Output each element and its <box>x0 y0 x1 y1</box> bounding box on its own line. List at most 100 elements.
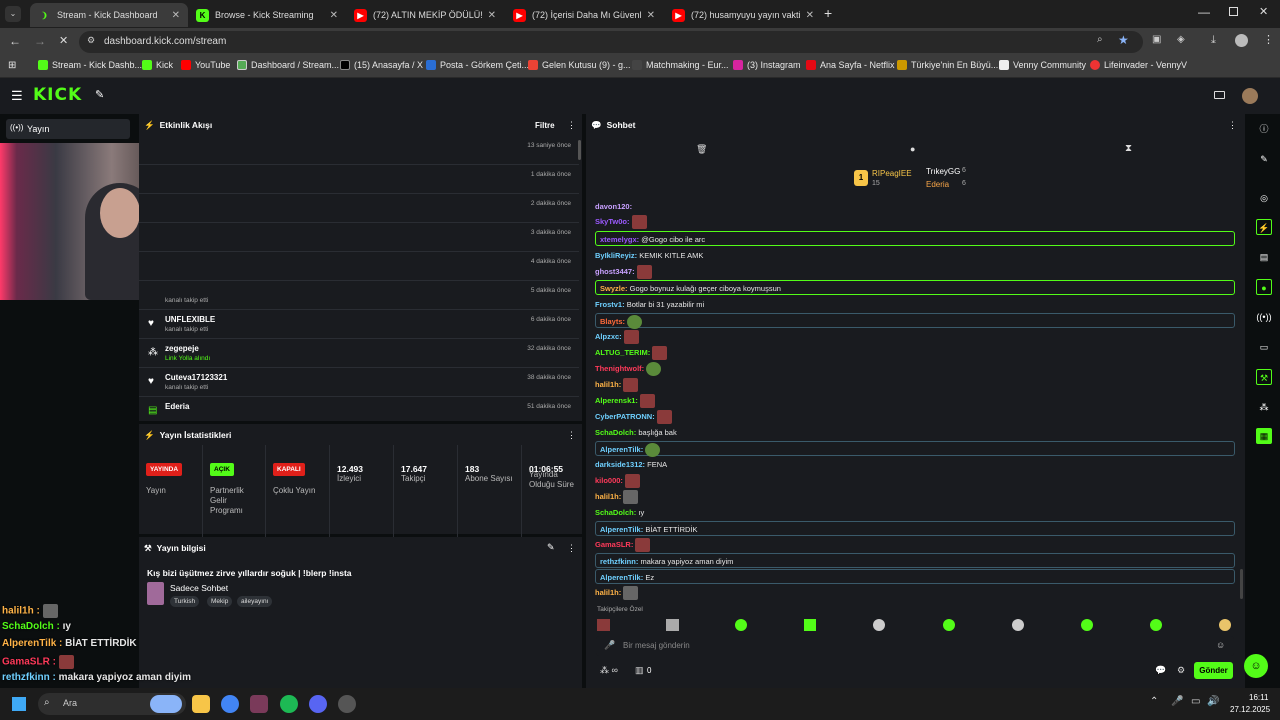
tab-youtube-1[interactable]: ▶(72) ALTIN MEKİP ÖDÜLÜ! - Yo✕ <box>346 3 504 27</box>
apps-grid-icon[interactable]: ⊞ <box>8 60 16 71</box>
hourglass-icon[interactable]: ⧗ <box>1125 143 1132 154</box>
pin-icon[interactable]: ✎ <box>95 88 104 101</box>
tab-youtube-3[interactable]: ▶(72) husamyuyu yayın vakti 13✕ <box>664 3 822 27</box>
tab-kick-browse[interactable]: K Browse - Kick Streaming ✕ <box>188 3 346 27</box>
kick-logo[interactable]: KICK <box>33 85 82 105</box>
bookmark-netflix[interactable]: Ana Sayfa - Netflix <box>806 60 895 70</box>
close-tab-icon[interactable]: ✕ <box>647 10 655 21</box>
mic-icon[interactable]: 🎤 <box>604 640 615 651</box>
extension-icon[interactable]: ▣ <box>1152 34 1161 45</box>
trash-icon[interactable]: 🗑 <box>696 144 707 155</box>
bookmark-lifeinvader[interactable]: Lifeinvader - VennyV <box>1090 60 1187 70</box>
site-info-icon[interactable]: ⚙ <box>87 35 95 46</box>
bookmark-mail[interactable]: Posta - Görkem Çeti... <box>426 60 529 70</box>
browser-menu-icon[interactable]: ⋮ <box>1263 33 1274 46</box>
bookmark-turkiye[interactable]: Türkiye'nin En Büyü... <box>897 60 998 70</box>
chat-menu-icon[interactable]: ⋮ <box>1228 120 1237 131</box>
avatar[interactable] <box>1242 88 1258 104</box>
bookmark-matchmaking[interactable]: Matchmaking - Eur... <box>632 60 729 70</box>
sidebar-item-yayin[interactable]: ((•)) Yayın <box>6 119 130 139</box>
tab-youtube-2[interactable]: ▶(72) İçerisi Daha Mı Güvenli San✕ <box>505 3 663 27</box>
menu-icon[interactable]: ☰ <box>11 88 23 104</box>
emote-icon[interactable] <box>735 619 747 631</box>
emote-icon[interactable] <box>666 619 679 631</box>
bookmark-kick[interactable]: Kick <box>142 60 173 70</box>
obs-icon[interactable] <box>338 695 356 713</box>
chat-input[interactable]: 🎤 Bir mesaj gönderin ☺ <box>596 636 1234 656</box>
extensions-puzzle-icon[interactable]: ◈ <box>1177 34 1185 45</box>
document-icon[interactable]: ▤ <box>1256 249 1272 265</box>
bookmark-x[interactable]: (15) Anasayfa / X <box>340 60 423 70</box>
emote-icon[interactable] <box>1150 619 1162 631</box>
bookmark-star-icon[interactable]: ★ <box>1118 33 1129 47</box>
emote-icon[interactable] <box>873 619 885 631</box>
broadcast-tool-icon[interactable]: ((•)) <box>1256 309 1272 325</box>
volume-icon[interactable]: 🔊 <box>1207 696 1219 707</box>
emote-icon[interactable] <box>943 619 955 631</box>
lightning-tool-icon[interactable]: ⚡ <box>1256 219 1272 235</box>
tab-kick-dashboard[interactable]: ❩ Stream - Kick Dashboard ✕ <box>30 3 188 27</box>
stop-loading-icon[interactable]: ✕ <box>59 34 68 47</box>
bookmark-instagram[interactable]: (3) Instagram <box>733 60 801 70</box>
close-tab-icon[interactable]: ✕ <box>330 10 338 21</box>
file-explorer-icon[interactable] <box>192 695 210 713</box>
taskbar-search[interactable]: ⌕ Ara <box>38 693 186 715</box>
bookmark-dashboard-stream[interactable]: Dashboard / Stream... <box>237 60 339 70</box>
bookmark-kick-dashboard[interactable]: Stream - Kick Dashb... <box>38 60 142 70</box>
info-menu-icon[interactable]: ⋮ <box>567 543 576 554</box>
forward-icon[interactable]: → <box>34 34 46 48</box>
layout-icon[interactable] <box>1214 91 1225 99</box>
chat-scrollbar[interactable] <box>1240 569 1243 599</box>
download-icon[interactable]: ⤓ <box>1211 34 1216 47</box>
chat-settings-icon[interactable]: ⚙ <box>1177 665 1185 676</box>
filter-button[interactable]: Filtre <box>535 121 555 130</box>
emote-icon[interactable] <box>1219 619 1231 631</box>
emoji-icon[interactable]: ☺ <box>1216 640 1225 650</box>
chrome-icon[interactable] <box>221 695 239 713</box>
bookmark-gmail[interactable]: Gelen Kutusu (9) - g... <box>528 60 631 70</box>
new-tab-icon[interactable]: + <box>824 5 832 21</box>
close-window-icon[interactable]: ✕ <box>1259 5 1268 18</box>
emote-icon[interactable] <box>804 619 816 631</box>
chat-tool-icon[interactable]: ● <box>1256 279 1272 295</box>
emote-icon[interactable] <box>597 619 610 631</box>
clock-time[interactable]: 16:11 <box>1249 693 1268 702</box>
points-tool-icon[interactable]: ⁂ <box>1256 399 1272 415</box>
network-icon[interactable]: ▭ <box>1191 696 1200 707</box>
gift-tool-icon[interactable]: ▦ <box>1256 428 1272 444</box>
discord-icon[interactable] <box>309 695 327 713</box>
close-tab-icon[interactable]: ✕ <box>172 10 180 21</box>
profile-icon[interactable] <box>1235 34 1248 47</box>
start-icon[interactable] <box>12 697 26 711</box>
camera-tool-icon[interactable]: ▭ <box>1256 339 1272 355</box>
pencil-icon[interactable]: ✎ <box>1256 151 1272 167</box>
channel-points-icon[interactable]: ⁂ ∞ <box>600 665 618 676</box>
chat-mode-icon[interactable]: ● <box>910 144 915 154</box>
back-icon[interactable]: ← <box>9 34 21 48</box>
close-tab-icon[interactable]: ✕ <box>806 10 814 21</box>
spotify-icon[interactable] <box>280 695 298 713</box>
info-icon[interactable]: ⓘ <box>1256 121 1272 137</box>
bookmark-venny[interactable]: Venny Community <box>999 60 1086 70</box>
edit-icon[interactable]: ✎ <box>547 542 555 553</box>
wrench-tool-icon[interactable]: ⚒ <box>1256 369 1272 385</box>
steam-icon[interactable] <box>250 695 268 713</box>
bookmark-youtube[interactable]: YouTube <box>181 60 230 70</box>
emote-icon[interactable] <box>1012 619 1024 631</box>
zoom-icon[interactable]: ⌕ <box>1097 34 1103 45</box>
help-chat-icon[interactable]: ☺ <box>1244 654 1268 678</box>
mic-tray-icon[interactable]: 🎤 <box>1171 696 1183 707</box>
clock-date[interactable]: 27.12.2025 <box>1230 705 1270 714</box>
send-button[interactable]: Gönder <box>1194 662 1233 679</box>
maximize-icon[interactable] <box>1229 7 1238 16</box>
scrollbar[interactable] <box>578 140 581 160</box>
url-field[interactable]: dashboard.kick.com/stream <box>79 31 1143 53</box>
emote-icon[interactable] <box>1081 619 1093 631</box>
minimize-icon[interactable]: — <box>1198 5 1210 19</box>
tray-chevron-icon[interactable]: ⌃ <box>1150 696 1158 707</box>
chat-user-icon[interactable]: 💬 <box>1155 665 1166 676</box>
stats-menu-icon[interactable]: ⋮ <box>567 430 576 441</box>
activity-menu-icon[interactable]: ⋮ <box>567 120 576 131</box>
target-icon[interactable]: ◎ <box>1256 190 1272 206</box>
close-tab-icon[interactable]: ✕ <box>488 10 496 21</box>
